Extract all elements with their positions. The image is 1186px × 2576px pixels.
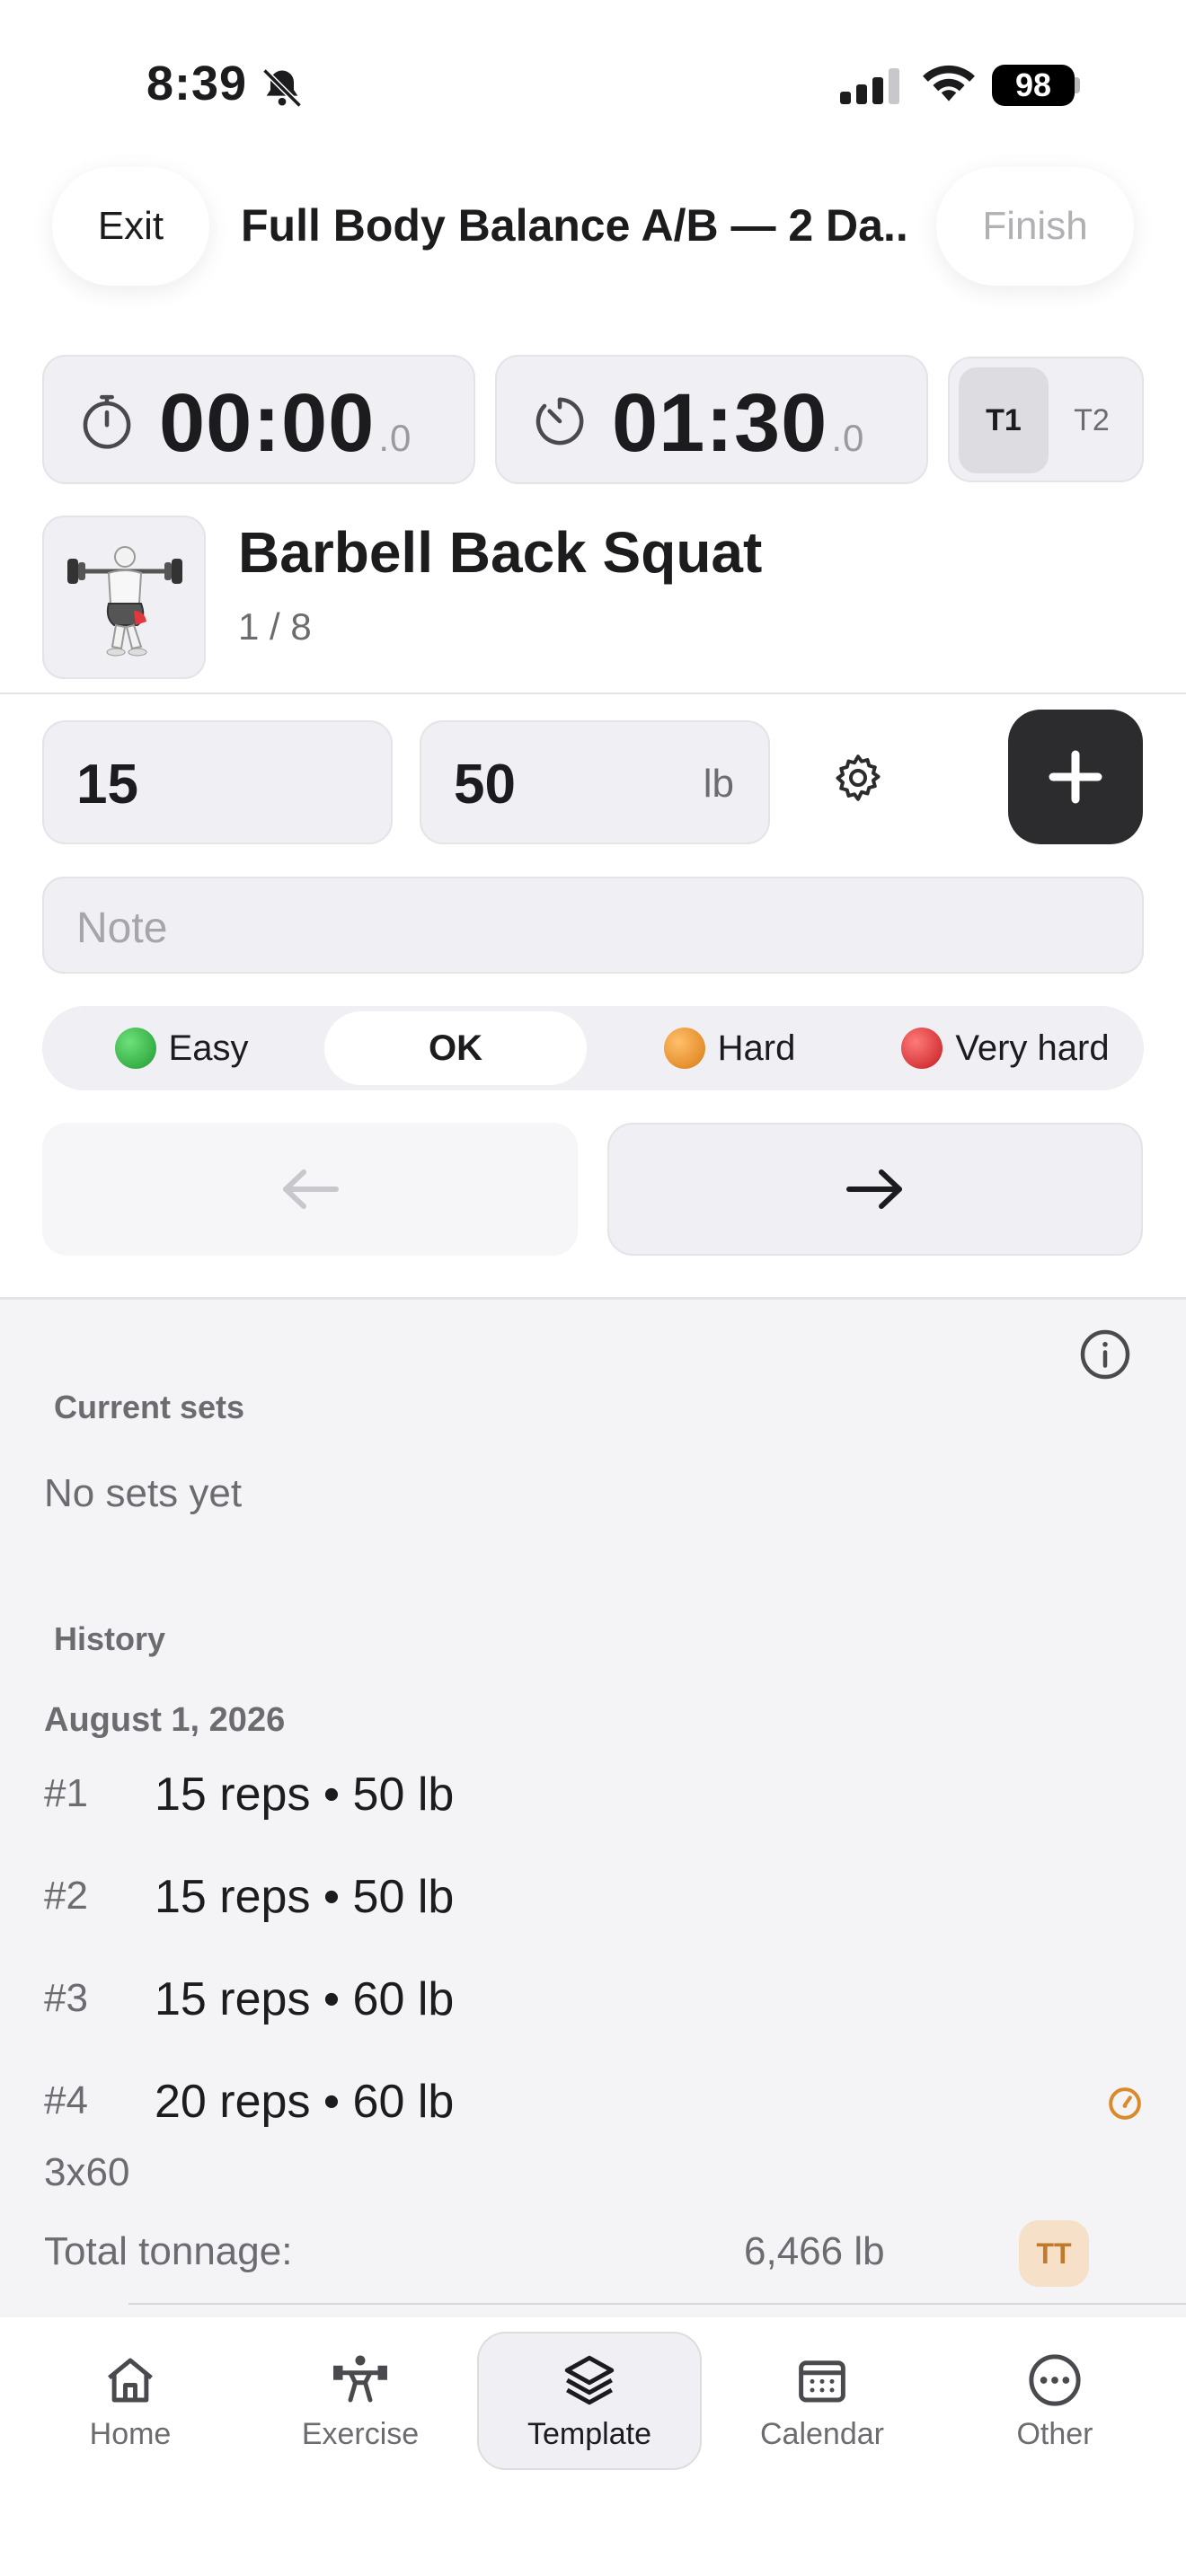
history-set-number: #2 [44, 1874, 88, 1918]
elapsed-frac: .0 [378, 417, 412, 459]
reps-input[interactable]: 15 [42, 720, 393, 844]
elapsed-timer-value: 00:00.0 [159, 376, 412, 471]
plus-icon [1049, 750, 1102, 804]
difficulty-ok[interactable]: OK [324, 1011, 587, 1085]
exercise-icon [333, 2355, 387, 2402]
next-exercise-button[interactable] [607, 1123, 1143, 1256]
difficulty-ok-label: OK [429, 1028, 482, 1068]
exercise-name[interactable]: Barbell Back Squat [238, 519, 762, 586]
history-set-text: 15 reps • 50 lb [155, 1871, 455, 1923]
tab-other[interactable]: Other [943, 2332, 1167, 2470]
tab-exercise-label: Exercise [301, 2416, 420, 2451]
status-time: 8:39 [146, 57, 248, 110]
wifi-icon [923, 65, 975, 101]
add-set-button[interactable] [1008, 710, 1143, 844]
arrow-left-icon [283, 1169, 339, 1209]
layers-icon [564, 2355, 615, 2404]
exercise-progress: 1 / 8 [238, 605, 312, 648]
stopwatch-icon [83, 394, 131, 449]
green-dot-icon [114, 1028, 156, 1069]
tonnage-label: Total tonnage: [44, 2229, 293, 2273]
difficulty-hard[interactable]: Hard [599, 1011, 860, 1085]
tonnage-badge[interactable]: TT [1019, 2220, 1089, 2287]
difficulty-easy[interactable]: Easy [51, 1011, 312, 1085]
elapsed-timer[interactable]: 00:00.0 [42, 355, 475, 484]
tab-calendar-label: Calendar [760, 2416, 884, 2451]
weight-input[interactable]: 50 lb [420, 720, 770, 844]
history-set-number: #3 [44, 1976, 88, 2020]
timer-tabs: T1 T2 [948, 357, 1144, 482]
no-sets-text: No sets yet [44, 1471, 243, 1515]
red-dot-icon [901, 1028, 943, 1069]
rest-timer[interactable]: 01:30.0 [495, 355, 928, 484]
exit-button[interactable]: Exit [52, 167, 209, 286]
cellular-signal-icon [840, 68, 899, 104]
history-set-text: 20 reps • 60 lb [155, 2076, 455, 2128]
tab-exercise[interactable]: Exercise [248, 2332, 473, 2470]
tab-other-label: Other [1016, 2416, 1093, 2451]
squat-figure-icon [67, 546, 182, 657]
difficulty-hard-label: Hard [717, 1028, 796, 1068]
gauge-icon [1109, 2087, 1141, 2120]
arrow-right-icon [846, 1169, 902, 1209]
difficulty-selector: Easy OK Hard Very hard [42, 1006, 1144, 1090]
battery-tip [1075, 77, 1080, 93]
tab-template-label: Template [527, 2416, 651, 2451]
calendar-icon [799, 2360, 845, 2402]
tab-home-label: Home [89, 2416, 172, 2451]
note-field[interactable]: Note [42, 877, 1144, 974]
exercise-thumbnail[interactable] [42, 516, 206, 679]
reps-value: 15 [76, 754, 138, 816]
finish-button[interactable]: Finish [936, 167, 1134, 286]
timer-icon [535, 397, 584, 446]
previous-exercise-button[interactable] [42, 1123, 578, 1256]
rest-main: 01:30 [612, 377, 828, 469]
tab-t2[interactable]: T2 [1047, 367, 1137, 473]
difficulty-very-hard[interactable]: Very hard [872, 1011, 1138, 1085]
history-set-number: #1 [44, 1771, 88, 1815]
weight-unit: lb [703, 762, 734, 806]
more-icon [1029, 2353, 1081, 2406]
workout-title: Full Body Balance A/B — 2 Da... [241, 200, 910, 251]
tab-home[interactable]: Home [18, 2332, 243, 2470]
battery-indicator: 98 [992, 65, 1075, 106]
tab-calendar[interactable]: Calendar [710, 2332, 934, 2470]
tab-t1[interactable]: T1 [959, 367, 1049, 473]
elapsed-main: 00:00 [159, 377, 376, 469]
history-set-text: 15 reps • 60 lb [155, 1973, 455, 2025]
orange-dot-icon [663, 1028, 705, 1069]
info-icon[interactable] [1078, 1328, 1132, 1381]
history-label: History [54, 1620, 166, 1657]
home-icon [108, 2358, 153, 2402]
history-note: 3x60 [44, 2150, 130, 2194]
tab-template[interactable]: Template [477, 2332, 702, 2470]
difficulty-easy-label: Easy [168, 1028, 249, 1068]
difficulty-very-hard-label: Very hard [955, 1028, 1110, 1068]
gear-icon[interactable] [831, 751, 885, 805]
rest-timer-value: 01:30.0 [612, 376, 864, 471]
bell-slash-icon [262, 68, 302, 108]
current-sets-label: Current sets [54, 1389, 245, 1425]
tonnage-value: 6,466 lb [744, 2229, 885, 2273]
divider [0, 693, 1186, 694]
history-set-number: #4 [44, 2078, 88, 2122]
history-set-text: 15 reps • 50 lb [155, 1769, 455, 1821]
history-date: August 1, 2026 [44, 1701, 286, 1739]
divider [128, 2303, 1186, 2305]
rest-frac: .0 [831, 417, 865, 459]
weight-value: 50 [454, 754, 516, 816]
